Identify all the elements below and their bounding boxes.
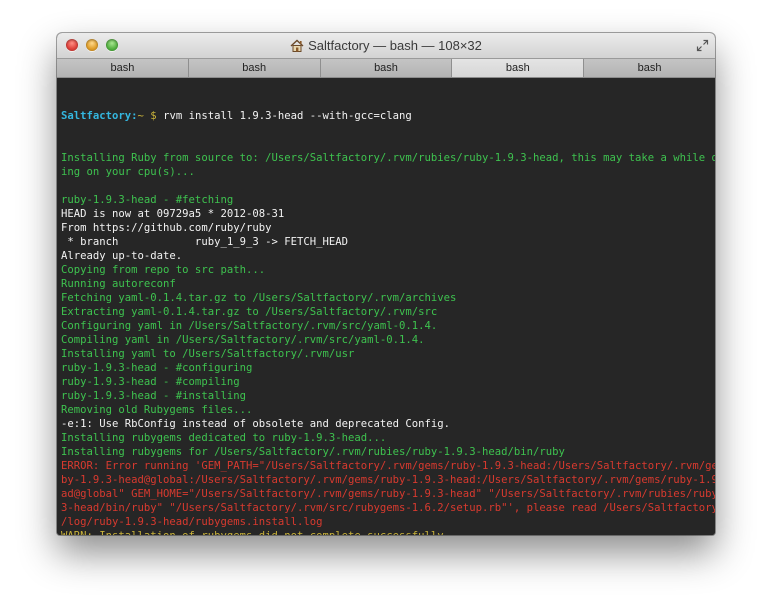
terminal-output[interactable]: Saltfactory:~ $ rvm install 1.9.3-head -… (57, 78, 715, 535)
tab-bash-4-active[interactable]: bash (452, 59, 585, 77)
output-line: /log/ruby-1.9.3-head/rubygems.install.lo… (61, 516, 323, 528)
output-line: Configuring yaml in /Users/Saltfactory/.… (61, 320, 438, 332)
output-line: Fetching yaml-0.1.4.tar.gz to /Users/Sal… (61, 292, 457, 304)
output-line: Already up-to-date. (61, 250, 183, 262)
title-bar[interactable]: Saltfactory — bash — 108×32 (57, 33, 715, 59)
tab-bash-5[interactable]: bash (584, 59, 715, 77)
output-line: WARN: Installation of rubygems did not c… (61, 529, 715, 535)
prompt-line: Saltfactory:~ $ rvm install 1.9.3-head -… (61, 109, 715, 123)
fullscreen-icon[interactable] (696, 39, 709, 52)
output-line: Installing Ruby from source to: /Users/S… (61, 152, 715, 164)
output-line: Installing rubygems for /Users/Saltfacto… (61, 446, 565, 458)
output-line: ruby-1.9.3-head - #configuring (61, 362, 253, 374)
prompt-host: Saltfactory: (61, 110, 138, 122)
output-line: ad@global" GEM_HOME="/Users/Saltfactory/… (61, 488, 715, 500)
prompt-command: rvm install 1.9.3-head --with-gcc=clang (156, 110, 412, 122)
output-line: ruby-1.9.3-head - #fetching (61, 194, 234, 206)
output-line: Extracting yaml-0.1.4.tar.gz to /Users/S… (61, 306, 438, 318)
output-line: Removing old Rubygems files... (61, 404, 253, 416)
output-line: ERROR: Error running 'GEM_PATH="/Users/S… (61, 460, 715, 472)
output-line: 3-head/bin/ruby" "/Users/Saltfactory/.rv… (61, 502, 715, 514)
home-folder-icon (290, 39, 304, 52)
prompt-symbol: ~ $ (137, 110, 157, 122)
output-line: Installing yaml to /Users/Saltfactory/.r… (61, 348, 355, 360)
window-title-container: Saltfactory — bash — 108×32 (57, 33, 715, 58)
output-line: -e:1: Use RbConfig instead of obsolete a… (61, 418, 451, 430)
window-title: Saltfactory — bash — 108×32 (308, 38, 482, 53)
output-line: ruby-1.9.3-head - #compiling (61, 376, 240, 388)
terminal-window: Saltfactory — bash — 108×32 bash bash ba… (57, 33, 715, 535)
tab-bar: bash bash bash bash bash (57, 59, 715, 78)
tab-bash-2[interactable]: bash (188, 59, 321, 77)
output-line: Compiling yaml in /Users/Saltfactory/.rv… (61, 334, 425, 346)
output-line: HEAD is now at 09729a5 * 2012-08-31 (61, 208, 285, 220)
output-line: by-1.9.3-head@global:/Users/Saltfactory/… (61, 474, 715, 486)
tab-bash-1[interactable]: bash (57, 59, 189, 77)
output-line: Installing rubygems dedicated to ruby-1.… (61, 432, 387, 444)
output-line: * branch ruby_1_9_3 -> FETCH_HEAD (61, 236, 349, 248)
output-line: From https://github.com/ruby/ruby (61, 222, 272, 234)
output-line: Copying from repo to src path... (61, 264, 266, 276)
output-line: ing on your cpu(s)... (61, 166, 195, 178)
output-line: ruby-1.9.3-head - #installing (61, 390, 246, 402)
output-line: Running autoreconf (61, 278, 176, 290)
tab-bash-3[interactable]: bash (320, 59, 453, 77)
